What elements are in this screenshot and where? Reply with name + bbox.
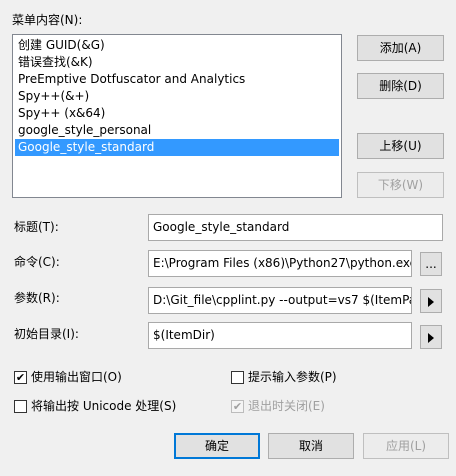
menu-contents-label: 菜单内容(N): — [12, 13, 83, 27]
list-item[interactable]: Spy++(&+) — [15, 88, 339, 105]
list-item[interactable]: Spy++ (x&64) — [15, 105, 339, 122]
add-button[interactable]: 添加(A) — [357, 35, 444, 61]
browse-button[interactable]: ... — [420, 252, 442, 276]
prompt-args-label[interactable]: 提示输入参数(P) — [248, 369, 337, 385]
right-triangle-icon — [428, 296, 434, 307]
move-down-button[interactable]: 下移(W) — [357, 172, 444, 198]
use-output-window-label[interactable]: 使用输出窗口(O) — [31, 369, 122, 385]
arguments-input[interactable]: D:\Git_file\cpplint.py --output=vs7 $(It… — [148, 287, 412, 314]
apply-button[interactable]: 应用(L) — [363, 433, 449, 459]
title-input[interactable]: Google_style_standard — [148, 214, 443, 241]
list-item[interactable]: 创建 GUID(&G) — [15, 37, 339, 54]
initial-dir-input[interactable]: $(ItemDir) — [148, 322, 412, 349]
right-triangle-icon — [428, 332, 434, 343]
menu-contents-list[interactable]: 创建 GUID(&G) 错误查找(&K) PreEmptive Dotfusca… — [12, 34, 342, 198]
close-on-exit-checkbox[interactable]: ✔ — [231, 400, 244, 413]
list-item[interactable]: 错误查找(&K) — [15, 54, 339, 71]
delete-button[interactable]: 删除(D) — [357, 73, 444, 99]
ok-button[interactable]: 确定 — [174, 433, 260, 459]
use-output-window-checkbox[interactable]: ✔ — [14, 371, 27, 384]
list-item-selected[interactable]: Google_style_standard — [15, 139, 339, 156]
command-input[interactable]: E:\Program Files (x86)\Python27\python.e… — [148, 250, 412, 277]
arguments-label: 参数(R): — [14, 291, 60, 305]
move-up-button[interactable]: 上移(U) — [357, 133, 444, 159]
list-item[interactable]: PreEmptive Dotfuscator and Analytics — [15, 71, 339, 88]
unicode-output-checkbox[interactable] — [14, 400, 27, 413]
title-label: 标题(T): — [14, 220, 59, 234]
cancel-button[interactable]: 取消 — [268, 433, 354, 459]
unicode-output-label[interactable]: 将输出按 Unicode 处理(S) — [31, 398, 176, 414]
close-on-exit-label[interactable]: 退出时关闭(E) — [248, 398, 325, 414]
initial-dir-menu-button[interactable] — [420, 325, 442, 349]
list-item[interactable]: google_style_personal — [15, 122, 339, 139]
prompt-args-checkbox[interactable] — [231, 371, 244, 384]
arguments-menu-button[interactable] — [420, 289, 442, 313]
command-label: 命令(C): — [14, 255, 60, 269]
initial-dir-label: 初始目录(I): — [14, 327, 79, 341]
